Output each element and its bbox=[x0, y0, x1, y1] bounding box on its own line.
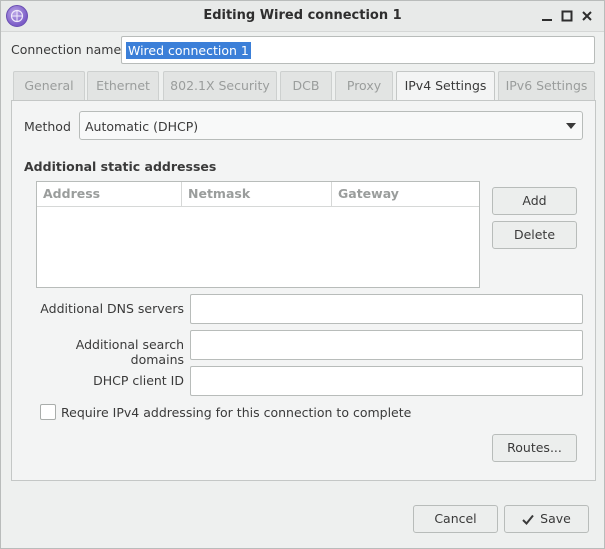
method-value: Automatic (DHCP) bbox=[85, 119, 199, 134]
ipv4-settings-panel bbox=[11, 100, 596, 481]
require-ipv4-checkbox[interactable] bbox=[40, 404, 56, 420]
add-address-button[interactable]: Add bbox=[492, 187, 577, 215]
cancel-button[interactable]: Cancel bbox=[413, 505, 498, 533]
maximize-icon[interactable] bbox=[559, 8, 575, 24]
dns-servers-label: Additional DNS servers bbox=[40, 301, 184, 316]
tab-ipv6-settings[interactable]: IPv6 Settings bbox=[498, 71, 595, 100]
save-button[interactable]: Save bbox=[504, 505, 589, 533]
minimize-icon[interactable] bbox=[539, 8, 555, 24]
routes-button[interactable]: Routes... bbox=[492, 434, 577, 462]
delete-address-button[interactable]: Delete bbox=[492, 221, 577, 249]
search-domains-input[interactable] bbox=[190, 330, 583, 360]
connection-name-value: Wired connection 1 bbox=[126, 42, 251, 59]
column-address[interactable]: Address bbox=[37, 182, 181, 206]
checkmark-icon bbox=[522, 514, 534, 525]
method-select[interactable]: Automatic (DHCP) bbox=[79, 111, 583, 140]
tab-ipv4-settings[interactable]: IPv4 Settings bbox=[396, 71, 495, 102]
dhcp-client-id-label: DHCP client ID bbox=[93, 373, 184, 388]
dhcp-client-id-input[interactable] bbox=[190, 366, 583, 396]
title-bar[interactable]: Editing Wired connection 1 bbox=[1, 1, 604, 32]
chevron-down-icon bbox=[566, 123, 576, 129]
static-addresses-title: Additional static addresses bbox=[24, 159, 217, 174]
tab-proxy[interactable]: Proxy bbox=[335, 71, 393, 100]
window-title: Editing Wired connection 1 bbox=[203, 8, 402, 23]
edit-connection-window: Editing Wired connection 1 Connection na… bbox=[0, 0, 605, 549]
connection-name-input[interactable]: Wired connection 1 bbox=[121, 36, 595, 64]
tab-general[interactable]: General bbox=[13, 71, 85, 100]
connection-name-label: Connection name bbox=[11, 42, 122, 57]
search-domains-label: Additional search domains bbox=[75, 337, 184, 367]
dns-servers-input[interactable] bbox=[190, 294, 583, 324]
save-button-label: Save bbox=[540, 511, 571, 526]
static-addresses-table[interactable]: Address Netmask Gateway bbox=[36, 181, 480, 288]
close-icon[interactable] bbox=[579, 8, 595, 24]
table-header: Address Netmask Gateway bbox=[37, 182, 479, 207]
tab-ethernet[interactable]: Ethernet bbox=[87, 71, 159, 100]
column-netmask[interactable]: Netmask bbox=[181, 182, 331, 206]
tab-8021x-security[interactable]: 802.1X Security bbox=[163, 71, 277, 100]
column-gateway[interactable]: Gateway bbox=[331, 182, 479, 206]
tab-dcb[interactable]: DCB bbox=[280, 71, 332, 100]
method-label: Method bbox=[24, 119, 71, 134]
require-ipv4-label[interactable]: Require IPv4 addressing for this connect… bbox=[61, 405, 411, 420]
